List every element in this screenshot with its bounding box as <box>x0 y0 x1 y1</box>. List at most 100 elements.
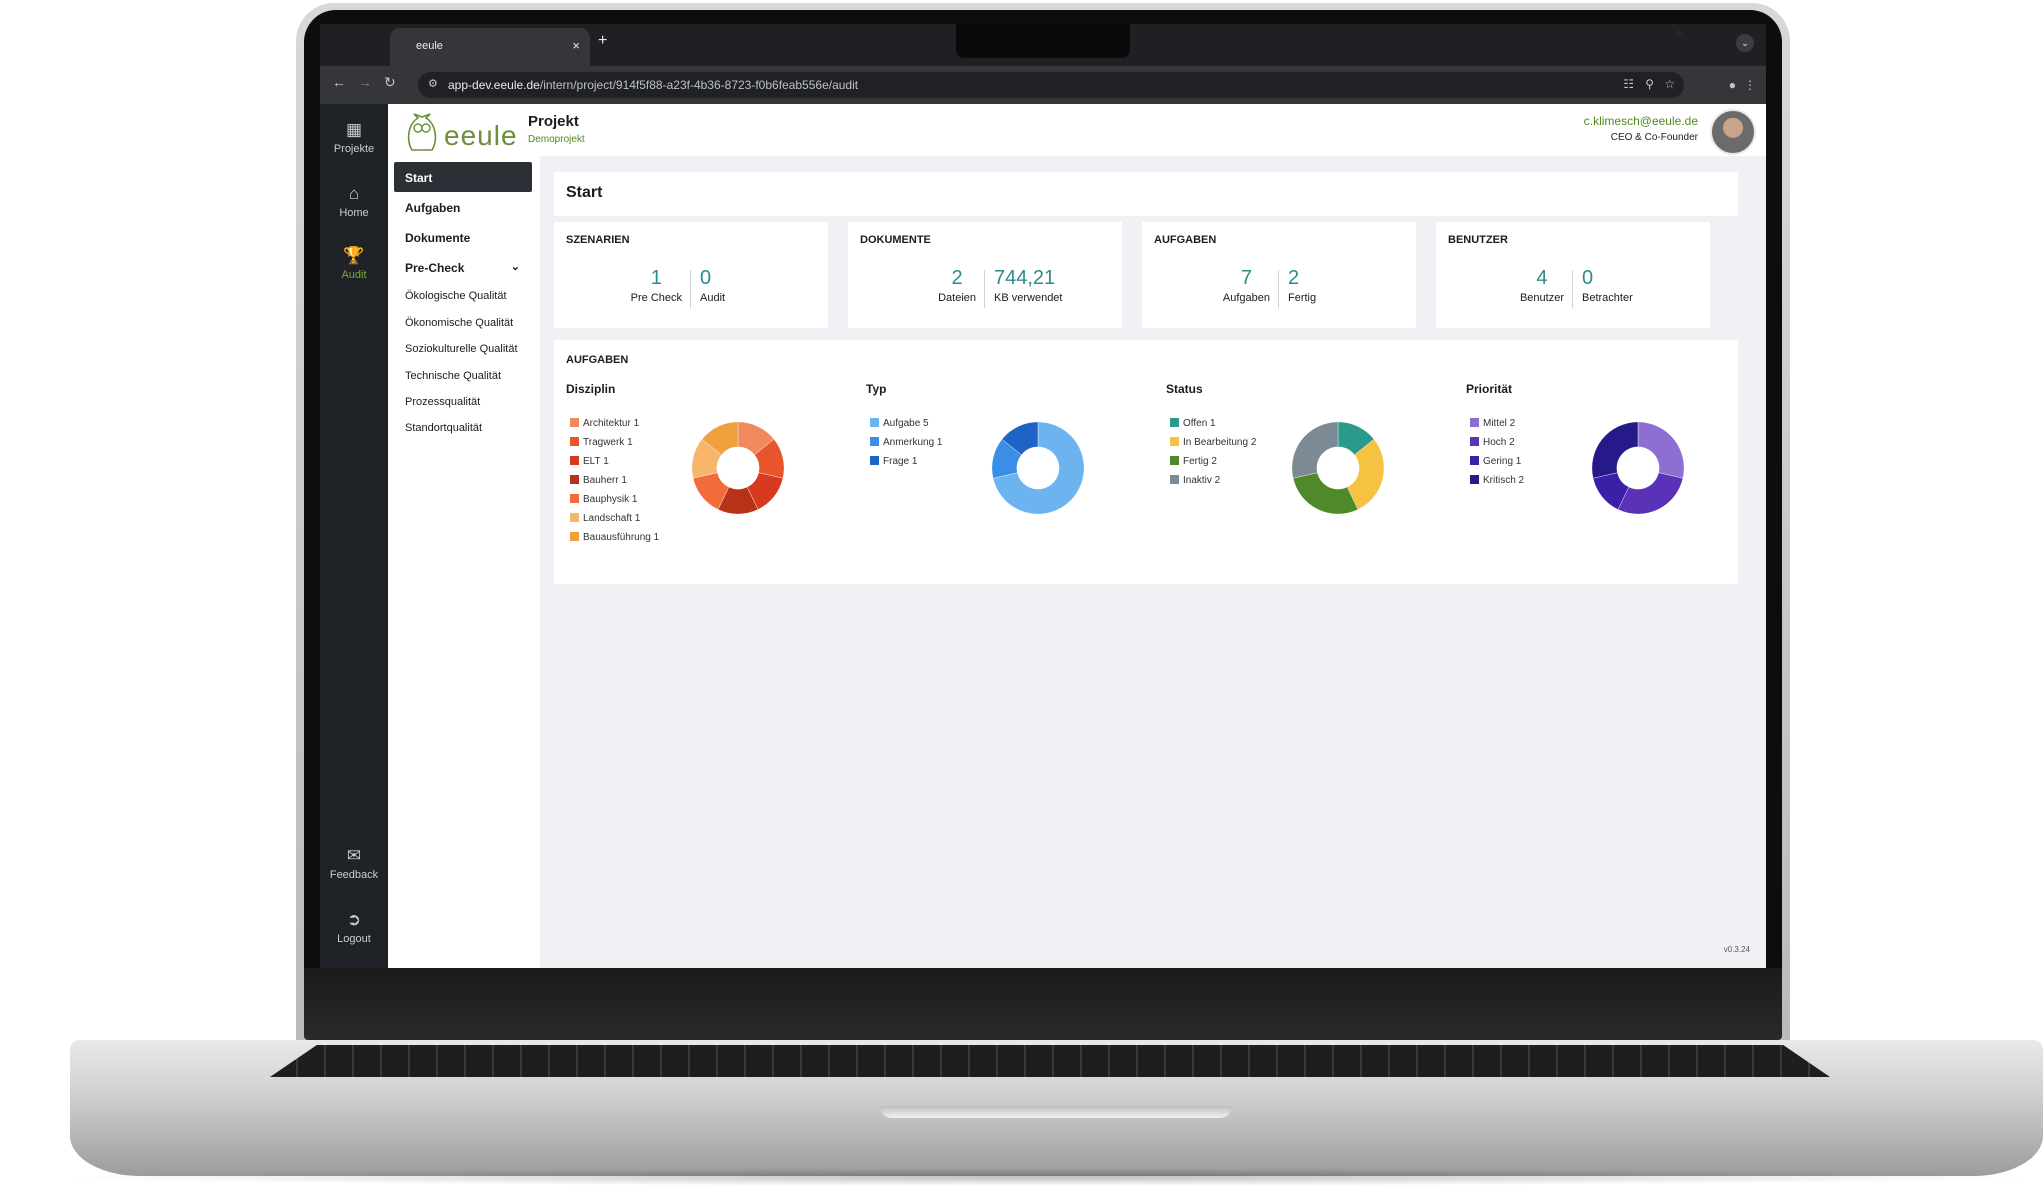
legend-item[interactable]: Bauausführung 1 <box>570 532 659 551</box>
donut-chart <box>691 421 785 515</box>
legend-swatch <box>1170 418 1179 427</box>
chart-prioritaet: Priorität Mittel 2 Hoch 2 Gering 1 Kritisch … <box>1466 382 1756 572</box>
donut-slice[interactable] <box>1291 421 1339 479</box>
tab-close-icon[interactable]: × <box>572 38 580 53</box>
site-info-icon[interactable]: ⚙ <box>428 77 438 90</box>
browser-tab[interactable]: eeule × <box>390 28 590 66</box>
rail-label: Home <box>339 207 369 219</box>
sidebar-subitem-prozessqualitaet[interactable]: Prozessqualität <box>405 396 480 408</box>
sidebar-subitem-oekologische-qualitaet[interactable]: Ökologische Qualität <box>405 290 507 302</box>
legend-item[interactable]: Landschaft 1 <box>570 513 659 532</box>
stat-card-title: AUFGABEN <box>1154 234 1217 246</box>
sidebar-item-start[interactable]: Start <box>394 162 532 192</box>
rail-item-home[interactable]: ⌂ Home <box>320 184 388 219</box>
legend-swatch <box>570 418 579 427</box>
donut-slice[interactable] <box>1591 421 1639 479</box>
avatar[interactable] <box>1710 109 1756 155</box>
zoom-icon[interactable]: ⚲ <box>1645 77 1654 91</box>
legend-label: Bauherr 1 <box>583 475 627 486</box>
legend-item[interactable]: In Bearbeitung 2 <box>1170 437 1256 456</box>
logout-icon: ➲ <box>346 910 362 929</box>
app-header: eeule Projekt Demoprojekt c.klimesch@eeu… <box>388 104 1766 156</box>
profile-icon[interactable]: ● <box>1729 78 1736 92</box>
legend-item[interactable]: Bauherr 1 <box>570 475 659 494</box>
legend-label: Kritisch 2 <box>1483 475 1525 486</box>
stat-value: 1 <box>650 267 662 289</box>
url-text[interactable]: app-dev.eeule.de/intern/project/914f5f88… <box>448 78 858 92</box>
menu-icon[interactable]: ⋮ <box>1744 78 1756 92</box>
sidebar-item-dokumente[interactable]: Dokumente <box>394 222 532 252</box>
chart-title: Disziplin <box>566 382 616 396</box>
home-icon: ⌂ <box>348 184 360 203</box>
stat-value: 0 <box>1582 267 1594 289</box>
stat-label: Fertig <box>1288 292 1317 304</box>
legend-label: Frage 1 <box>883 456 918 467</box>
chart-legend: Architektur 1 Tragwerk 1 ELT 1 Bauherr 1 Bau… <box>570 418 659 551</box>
feedback-icon: ✉ <box>346 846 362 865</box>
rail-item-logout[interactable]: ➲ Logout <box>320 910 388 945</box>
legend-item[interactable]: Fertig 2 <box>1170 456 1256 475</box>
bookmark-star-icon[interactable]: ☆ <box>1664 77 1675 91</box>
legend-item[interactable]: Frage 1 <box>870 456 942 475</box>
rail-item-feedback[interactable]: ✉ Feedback <box>320 846 388 881</box>
sidebar-subitem-standortqualitaet[interactable]: Standortqualität <box>405 422 482 434</box>
stat-label: Dateien <box>938 292 976 304</box>
chart-typ: Typ Aufgabe 5 Anmerkung 1 Frage 1 <box>866 382 1156 572</box>
sidebar-subitem-technische-qualitaet[interactable]: Technische Qualität <box>405 370 501 382</box>
new-tab-button[interactable]: + <box>598 32 607 50</box>
legend-label: In Bearbeitung 2 <box>1183 437 1257 448</box>
grid-icon: ▦ <box>345 120 363 139</box>
legend-swatch <box>570 494 579 503</box>
translate-icon[interactable]: ☷ <box>1623 77 1634 91</box>
legend-swatch <box>570 437 579 446</box>
sidebar-item-aufgaben[interactable]: Aufgaben <box>394 192 532 222</box>
legend-label: Bauausführung 1 <box>583 532 660 543</box>
reload-icon[interactable]: ↻ <box>384 74 396 91</box>
back-icon[interactable]: ← <box>332 74 346 90</box>
stat-b: 0 Betrachter <box>1582 268 1633 304</box>
rail-item-audit[interactable]: 🏆 Audit <box>320 246 388 281</box>
legend-swatch <box>1170 456 1179 465</box>
donut-slice[interactable] <box>1617 472 1684 515</box>
chart-legend: Mittel 2 Hoch 2 Gering 1 Kritisch 2 <box>1470 418 1524 494</box>
legend-item[interactable]: Anmerkung 1 <box>870 437 942 456</box>
legend-item[interactable]: Mittel 2 <box>1470 418 1524 437</box>
stat-value: 0 <box>700 267 712 289</box>
laptop-keyboard <box>270 1045 1830 1077</box>
chart-title: Typ <box>866 382 887 396</box>
legend-label: Aufgabe 5 <box>883 418 929 429</box>
eeule-logo[interactable]: eeule <box>404 112 517 152</box>
legend-item[interactable]: Tragwerk 1 <box>570 437 659 456</box>
stat-card-title: SZENARIEN <box>566 234 630 246</box>
forward-icon[interactable]: → <box>358 74 372 90</box>
legend-item[interactable]: Offen 1 <box>1170 418 1256 437</box>
donut-slice[interactable] <box>1637 421 1685 479</box>
chart-title: Status <box>1166 382 1203 396</box>
stat-divider <box>690 270 691 308</box>
sidebar-item-label: Dokumente <box>405 231 471 245</box>
legend-item[interactable]: Kritisch 2 <box>1470 475 1524 494</box>
donut-chart <box>1591 421 1685 515</box>
legend-swatch <box>870 456 879 465</box>
stat-divider <box>984 270 985 308</box>
donut-slice[interactable] <box>1292 472 1359 515</box>
legend-item[interactable]: Gering 1 <box>1470 456 1524 475</box>
chart-legend: Offen 1 In Bearbeitung 2 Fertig 2 Inaktiv 2 <box>1170 418 1256 494</box>
sidebar-subitem-soziokulturelle-qualitaet[interactable]: Soziokulturelle Qualität <box>405 343 518 355</box>
sidebar-subitem-oekonomische-qualitaet[interactable]: Ökonomische Qualität <box>405 317 513 329</box>
legend-swatch <box>570 475 579 484</box>
tab-search-icon[interactable]: ⌄ <box>1736 34 1754 52</box>
legend-item[interactable]: ELT 1 <box>570 456 659 475</box>
legend-item[interactable]: Bauphysik 1 <box>570 494 659 513</box>
sidebar-item-label: Pre-Check <box>405 261 465 275</box>
address-bar[interactable]: ⚙ app-dev.eeule.de/intern/project/914f5f… <box>418 72 1684 98</box>
user-email: c.klimesch@eeule.de <box>1583 114 1698 128</box>
legend-item[interactable]: Inaktiv 2 <box>1170 475 1256 494</box>
legend-item[interactable]: Architektur 1 <box>570 418 659 437</box>
legend-item[interactable]: Hoch 2 <box>1470 437 1524 456</box>
legend-item[interactable]: Aufgabe 5 <box>870 418 942 437</box>
legend-swatch <box>870 437 879 446</box>
sidebar-item-pre-check[interactable]: Pre-Check ⌄ <box>394 252 532 282</box>
rail-item-projekte[interactable]: ▦ Projekte <box>320 120 388 155</box>
sidebar-item-label: Aufgaben <box>405 201 461 215</box>
